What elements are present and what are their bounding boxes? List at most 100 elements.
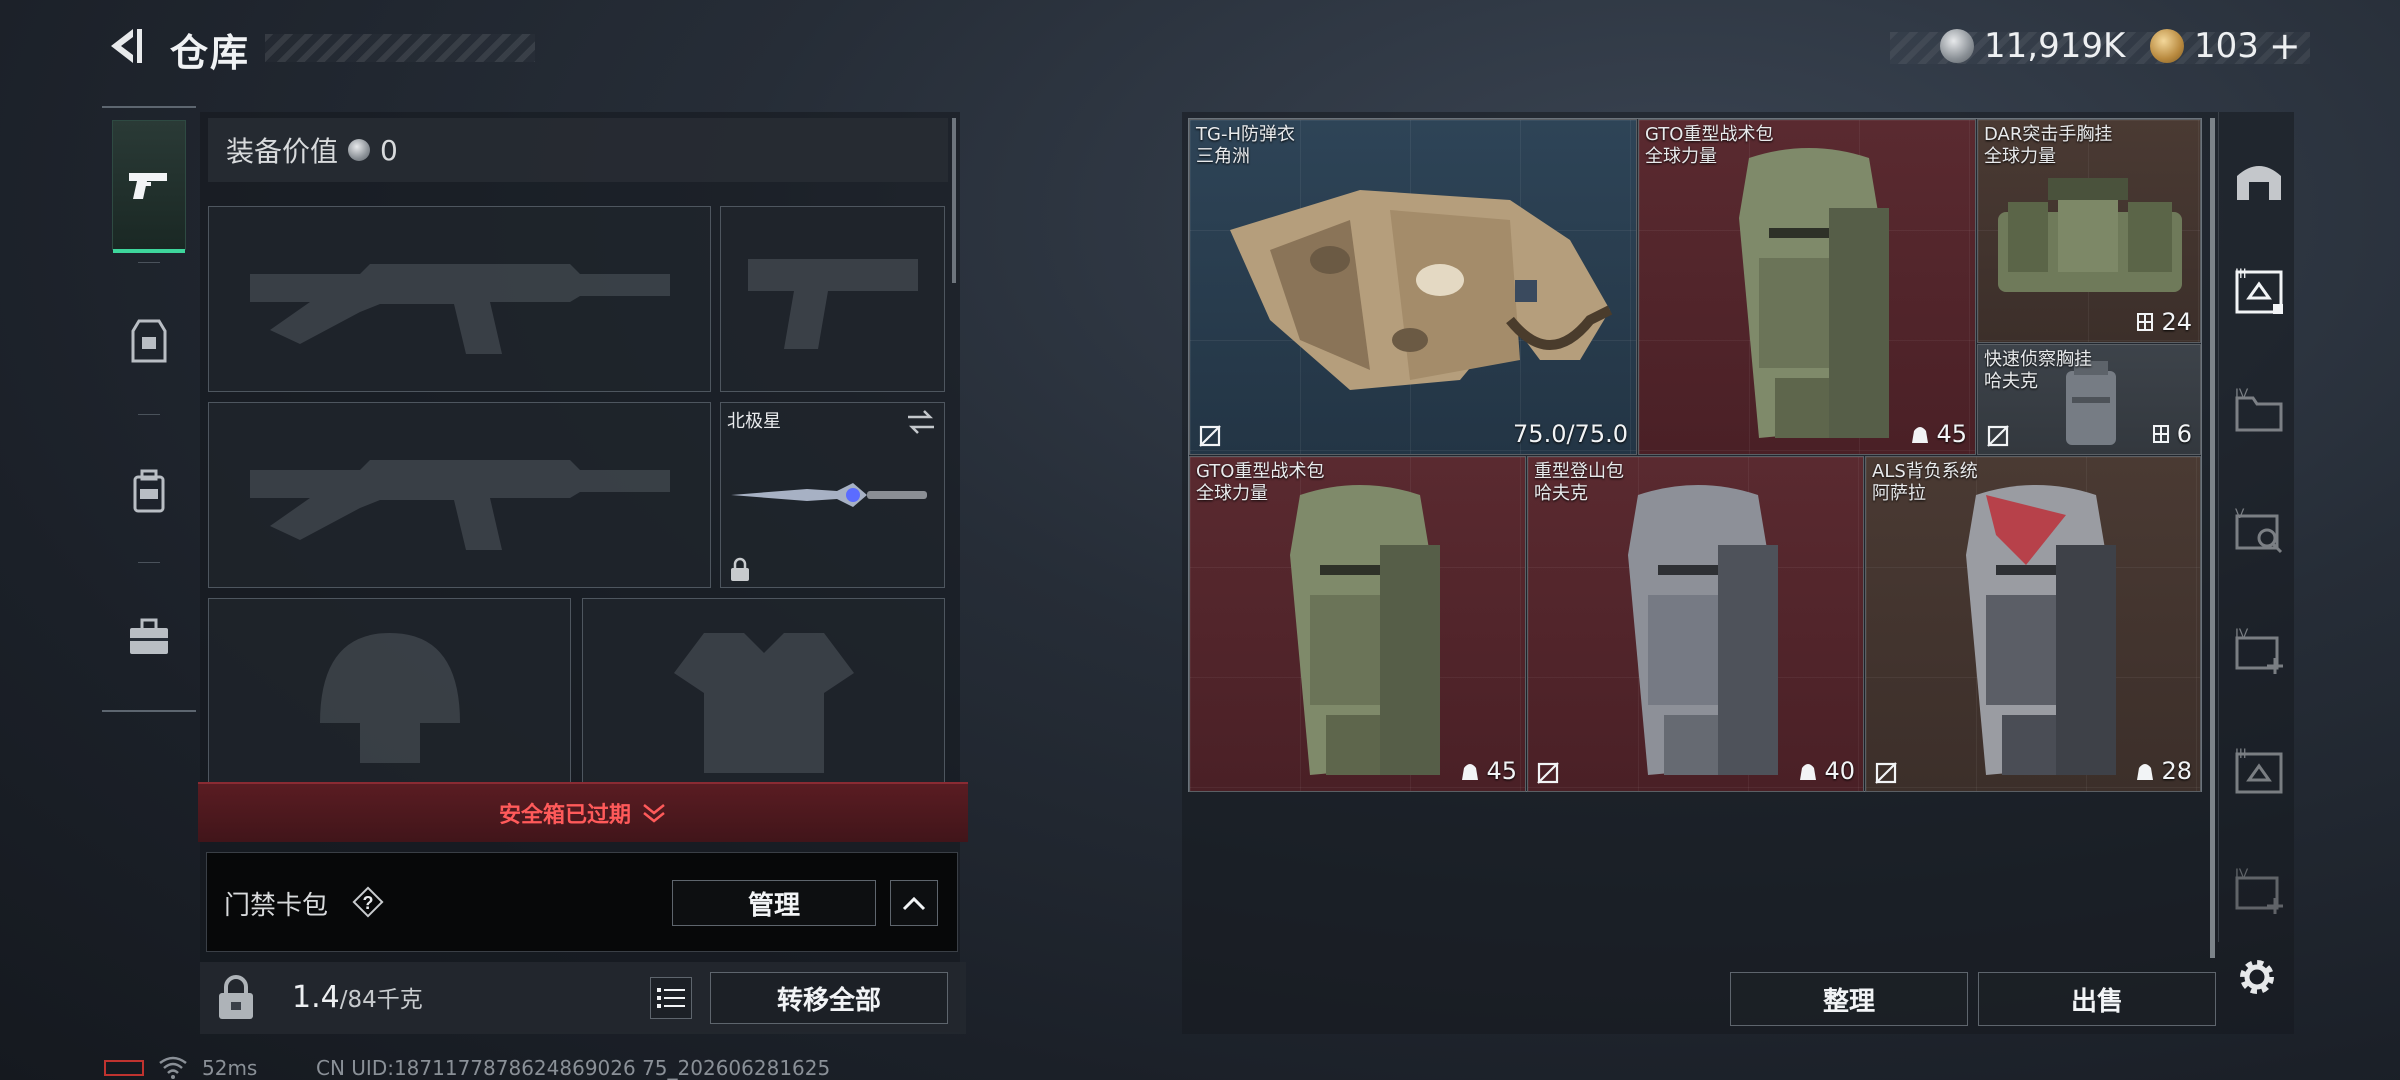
armor-vest-icon <box>131 319 167 363</box>
backpack-image <box>1290 485 1440 775</box>
help-button[interactable]: ? <box>350 884 386 920</box>
lock-icon <box>731 557 749 581</box>
item-brand: 哈夫克 <box>1534 483 1588 504</box>
swap-icon[interactable] <box>906 409 936 435</box>
item-dar-chest-rig[interactable]: DAR突击手胸挂 全球力量 24 <box>1977 119 2201 343</box>
transfer-all-button[interactable]: 转移全部 <box>710 972 948 1024</box>
equipment-value-label: 装备价值 <box>226 135 339 168</box>
storage-scrollbar[interactable] <box>2210 118 2215 958</box>
item-recon-chest-rig[interactable]: 快速侦察胸挂 哈夫克 6 <box>1977 344 2201 455</box>
tab-safehouse[interactable] <box>2231 152 2287 208</box>
back-button[interactable] <box>100 22 148 70</box>
padlock-icon[interactable] <box>216 975 256 1021</box>
storage-tier-label: IV <box>2235 385 2249 401</box>
back-arrow-icon <box>111 29 142 63</box>
wifi-icon <box>159 1056 187 1079</box>
item-name: 重型登山包 <box>1534 461 1624 482</box>
armor-vest-image <box>1230 190 1613 390</box>
primary-weapon-slot[interactable] <box>208 206 711 392</box>
page-title: 仓库 <box>170 31 251 75</box>
rifle-silhouette-icon <box>209 403 710 587</box>
battery-icon <box>104 1060 144 1076</box>
storage-search-icon: V <box>2235 505 2283 554</box>
melee-slot[interactable]: 北极星 <box>720 402 945 588</box>
item-name: GTO重型战术包 <box>1196 461 1325 482</box>
capacity-icon <box>2137 764 2154 780</box>
durability: 75.0/75.0 <box>1513 420 1628 448</box>
item-brand: 全球力量 <box>1196 483 1268 504</box>
equipment-value: 装备价值 0 <box>208 118 948 182</box>
gold-coin-icon <box>2150 29 2184 63</box>
tab-weapons[interactable] <box>112 120 186 253</box>
pistol-icon <box>129 173 167 199</box>
storage-tier-label: IV <box>2235 625 2249 641</box>
tab-storage-7[interactable]: III <box>2231 742 2287 798</box>
storage-folder-icon: IV <box>2235 385 2283 432</box>
pistol-silhouette-icon <box>721 207 944 391</box>
carry-weight: 1.4/84千克 <box>292 980 423 1015</box>
uid-text: CN UID:1871177878624869026 75_2026062816… <box>316 1056 831 1080</box>
item-name: ALS背负系统 <box>1872 461 1978 482</box>
capacity: 45 <box>1486 757 1517 785</box>
tab-storage-4[interactable]: IV <box>2231 382 2287 438</box>
tab-storage-3[interactable]: III <box>2231 262 2287 318</box>
gear-icon[interactable] <box>2232 952 2282 1002</box>
secondary-weapon-slot[interactable] <box>208 402 711 588</box>
collapse-button[interactable] <box>890 880 938 926</box>
item-heavy-climbing-pack[interactable]: 重型登山包 哈夫克 40 <box>1527 456 1864 792</box>
item-gto-backpack[interactable]: GTO重型战术包 全球力量 45 <box>1189 456 1526 792</box>
equipment-value-amount: 0 <box>380 133 398 167</box>
no-insure-icon <box>1875 762 1897 784</box>
sidearm-slot[interactable] <box>720 206 945 392</box>
capacity-icon <box>1462 764 1479 780</box>
sell-button[interactable]: 出售 <box>1978 972 2216 1026</box>
currency-balance[interactable]: 11,919K <box>1940 22 2125 70</box>
slots-icon <box>2137 313 2154 331</box>
backpack-icon <box>133 469 165 513</box>
capacity: 45 <box>1936 420 1967 448</box>
tab-divider <box>138 262 160 263</box>
manage-button[interactable]: 管理 <box>672 880 876 926</box>
armor-slot[interactable] <box>582 598 945 788</box>
item-armor[interactable]: TG-H防弹衣 三角洲 75.0/75.0 <box>1189 119 1637 455</box>
item-name: GTO重型战术包 <box>1645 124 1774 145</box>
premium-currency[interactable]: 103 + <box>2150 22 2301 70</box>
item-name: DAR突击手胸挂 <box>1984 124 2113 145</box>
tab-storage-8[interactable]: IV <box>2231 862 2287 918</box>
no-insure-icon <box>1987 425 2009 447</box>
slots-icon <box>2152 425 2169 443</box>
silver-coin-icon <box>348 139 371 161</box>
category-tabs <box>102 106 196 712</box>
weight-max: /84千克 <box>339 987 423 1013</box>
item-brand: 阿萨拉 <box>1872 483 1926 504</box>
ping-text: 52ms <box>202 1056 258 1080</box>
helmet-slot[interactable] <box>208 598 571 788</box>
tab-backpack[interactable] <box>112 426 186 556</box>
helmet-silhouette-icon <box>209 599 570 787</box>
tab-kits[interactable] <box>112 572 186 702</box>
item-als-carry-system[interactable]: ALS背负系统 阿萨拉 28 <box>1865 456 2201 792</box>
storage-tier-label: III <box>2235 745 2247 761</box>
item-brand: 全球力量 <box>1984 146 2056 167</box>
sort-button[interactable]: 整理 <box>1730 972 1968 1026</box>
no-insure-icon <box>1537 762 1559 784</box>
storage-add-icon: IV <box>2235 865 2283 914</box>
tab-storage-6[interactable]: IV <box>2231 622 2287 678</box>
currency-balance-value: 11,919K <box>1984 26 2126 66</box>
chevron-up-icon <box>902 896 926 911</box>
item-gto-backpack[interactable]: GTO重型战术包 全球力量 45 <box>1638 119 1976 455</box>
capacity: 28 <box>2161 757 2192 785</box>
safebox-expired-banner[interactable]: 安全箱已过期 <box>198 782 968 842</box>
add-currency-button[interactable]: + <box>2269 24 2301 68</box>
capacity: 40 <box>1824 757 1855 785</box>
capacity-icon <box>1800 764 1817 780</box>
equipment-scrollbar[interactable] <box>952 118 956 283</box>
tab-storage-5[interactable]: V <box>2231 502 2287 558</box>
rifle-silhouette-icon <box>209 207 710 391</box>
list-view-button[interactable] <box>650 977 692 1019</box>
toolbox-icon <box>130 618 168 654</box>
storage-box-icon: III <box>2235 265 2283 314</box>
tab-gear[interactable] <box>112 276 186 406</box>
silver-coin-icon <box>1940 29 1974 63</box>
help-glyph: ? <box>363 893 374 913</box>
